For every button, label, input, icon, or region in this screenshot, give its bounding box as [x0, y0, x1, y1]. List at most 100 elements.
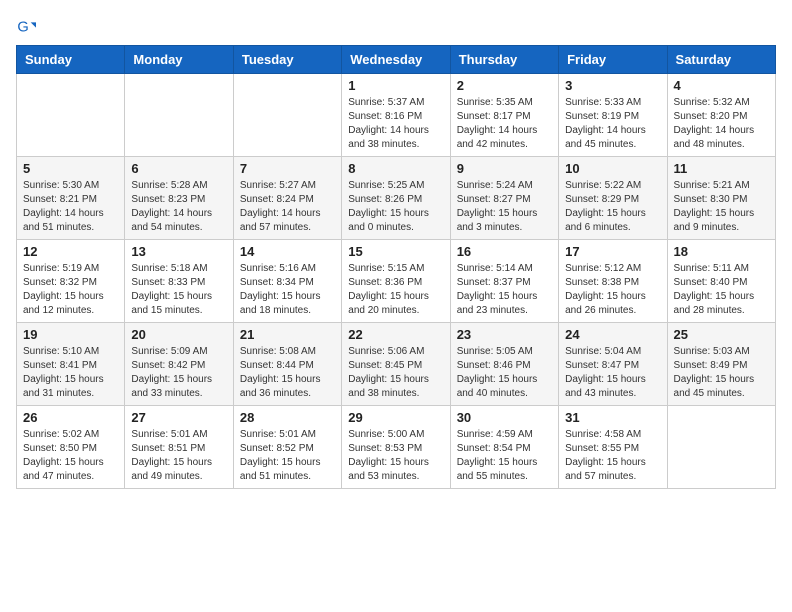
calendar-cell	[233, 74, 341, 157]
day-info: Sunrise: 5:09 AM Sunset: 8:42 PM Dayligh…	[131, 345, 226, 401]
day-info: Sunrise: 5:37 AM Sunset: 8:16 PM Dayligh…	[348, 96, 443, 152]
day-info: Sunrise: 5:05 AM Sunset: 8:46 PM Dayligh…	[457, 345, 552, 401]
day-info: Sunrise: 5:06 AM Sunset: 8:45 PM Dayligh…	[348, 345, 443, 401]
day-info: Sunrise: 5:18 AM Sunset: 8:33 PM Dayligh…	[131, 262, 226, 318]
day-number: 19	[23, 327, 118, 342]
weekday-header-monday: Monday	[125, 46, 233, 74]
calendar-cell: 6 Sunrise: 5:28 AM Sunset: 8:23 PM Daylig…	[125, 157, 233, 240]
day-info: Sunrise: 5:21 AM Sunset: 8:30 PM Dayligh…	[674, 179, 769, 235]
day-info: Sunrise: 5:27 AM Sunset: 8:24 PM Dayligh…	[240, 179, 335, 235]
day-number: 4	[674, 78, 769, 93]
logo: G	[16, 16, 40, 37]
day-info: Sunrise: 5:10 AM Sunset: 8:41 PM Dayligh…	[23, 345, 118, 401]
day-number: 16	[457, 244, 552, 259]
calendar-cell: 27 Sunrise: 5:01 AM Sunset: 8:51 PM Dayli…	[125, 406, 233, 489]
logo-icon: G	[16, 17, 36, 37]
day-info: Sunrise: 5:15 AM Sunset: 8:36 PM Dayligh…	[348, 262, 443, 318]
calendar-cell: 26 Sunrise: 5:02 AM Sunset: 8:50 PM Dayli…	[17, 406, 125, 489]
day-number: 25	[674, 327, 769, 342]
weekday-header-sunday: Sunday	[17, 46, 125, 74]
day-info: Sunrise: 5:00 AM Sunset: 8:53 PM Dayligh…	[348, 428, 443, 484]
day-info: Sunrise: 5:25 AM Sunset: 8:26 PM Dayligh…	[348, 179, 443, 235]
calendar-cell	[17, 74, 125, 157]
calendar-week-3: 12 Sunrise: 5:19 AM Sunset: 8:32 PM Dayli…	[17, 240, 776, 323]
day-number: 28	[240, 410, 335, 425]
day-info: Sunrise: 5:04 AM Sunset: 8:47 PM Dayligh…	[565, 345, 660, 401]
calendar-cell: 12 Sunrise: 5:19 AM Sunset: 8:32 PM Dayli…	[17, 240, 125, 323]
calendar-week-1: 1 Sunrise: 5:37 AM Sunset: 8:16 PM Daylig…	[17, 74, 776, 157]
calendar-cell: 16 Sunrise: 5:14 AM Sunset: 8:37 PM Dayli…	[450, 240, 558, 323]
calendar-cell: 15 Sunrise: 5:15 AM Sunset: 8:36 PM Dayli…	[342, 240, 450, 323]
calendar-week-4: 19 Sunrise: 5:10 AM Sunset: 8:41 PM Dayli…	[17, 323, 776, 406]
day-number: 22	[348, 327, 443, 342]
day-number: 26	[23, 410, 118, 425]
day-number: 9	[457, 161, 552, 176]
calendar-cell: 2 Sunrise: 5:35 AM Sunset: 8:17 PM Daylig…	[450, 74, 558, 157]
calendar-cell: 11Sunrise: 5:21 AM Sunset: 8:30 PM Dayli…	[667, 157, 775, 240]
day-number: 17	[565, 244, 660, 259]
day-number: 24	[565, 327, 660, 342]
svg-text:G: G	[17, 19, 28, 35]
day-info: Sunrise: 5:19 AM Sunset: 8:32 PM Dayligh…	[23, 262, 118, 318]
calendar-cell: 23Sunrise: 5:05 AM Sunset: 8:46 PM Dayli…	[450, 323, 558, 406]
calendar-week-2: 5 Sunrise: 5:30 AM Sunset: 8:21 PM Daylig…	[17, 157, 776, 240]
day-info: Sunrise: 5:32 AM Sunset: 8:20 PM Dayligh…	[674, 96, 769, 152]
header: G	[16, 16, 776, 37]
day-info: Sunrise: 5:28 AM Sunset: 8:23 PM Dayligh…	[131, 179, 226, 235]
day-info: Sunrise: 5:08 AM Sunset: 8:44 PM Dayligh…	[240, 345, 335, 401]
day-info: Sunrise: 5:30 AM Sunset: 8:21 PM Dayligh…	[23, 179, 118, 235]
day-info: Sunrise: 5:22 AM Sunset: 8:29 PM Dayligh…	[565, 179, 660, 235]
day-number: 5	[23, 161, 118, 176]
day-number: 13	[131, 244, 226, 259]
day-number: 20	[131, 327, 226, 342]
calendar-cell: 24 Sunrise: 5:04 AM Sunset: 8:47 PM Dayli…	[559, 323, 667, 406]
day-number: 21	[240, 327, 335, 342]
calendar-cell: 22 Sunrise: 5:06 AM Sunset: 8:45 PM Dayli…	[342, 323, 450, 406]
weekday-header-tuesday: Tuesday	[233, 46, 341, 74]
day-number: 18	[674, 244, 769, 259]
calendar-cell: 29 Sunrise: 5:00 AM Sunset: 8:53 PM Dayli…	[342, 406, 450, 489]
day-number: 27	[131, 410, 226, 425]
calendar-cell: 19 Sunrise: 5:10 AM Sunset: 8:41 PM Dayli…	[17, 323, 125, 406]
calendar-cell: 21 Sunrise: 5:08 AM Sunset: 8:44 PM Dayli…	[233, 323, 341, 406]
day-number: 10	[565, 161, 660, 176]
day-info: Sunrise: 5:14 AM Sunset: 8:37 PM Dayligh…	[457, 262, 552, 318]
day-info: Sunrise: 5:12 AM Sunset: 8:38 PM Dayligh…	[565, 262, 660, 318]
calendar-cell: 4 Sunrise: 5:32 AM Sunset: 8:20 PM Daylig…	[667, 74, 775, 157]
calendar-cell: 7Sunrise: 5:27 AM Sunset: 8:24 PM Daylig…	[233, 157, 341, 240]
calendar-cell	[125, 74, 233, 157]
weekday-header-friday: Friday	[559, 46, 667, 74]
day-number: 31	[565, 410, 660, 425]
day-number: 6	[131, 161, 226, 176]
calendar-cell: 17 Sunrise: 5:12 AM Sunset: 8:38 PM Dayli…	[559, 240, 667, 323]
day-number: 30	[457, 410, 552, 425]
day-info: Sunrise: 5:16 AM Sunset: 8:34 PM Dayligh…	[240, 262, 335, 318]
day-number: 2	[457, 78, 552, 93]
calendar-cell: 30 Sunrise: 4:59 AM Sunset: 8:54 PM Dayli…	[450, 406, 558, 489]
weekday-header-saturday: Saturday	[667, 46, 775, 74]
day-info: Sunrise: 5:02 AM Sunset: 8:50 PM Dayligh…	[23, 428, 118, 484]
calendar-cell: 13 Sunrise: 5:18 AM Sunset: 8:33 PM Dayli…	[125, 240, 233, 323]
calendar-cell: 18Sunrise: 5:11 AM Sunset: 8:40 PM Dayli…	[667, 240, 775, 323]
day-info: Sunrise: 5:24 AM Sunset: 8:27 PM Dayligh…	[457, 179, 552, 235]
day-info: Sunrise: 4:59 AM Sunset: 8:54 PM Dayligh…	[457, 428, 552, 484]
day-info: Sunrise: 5:35 AM Sunset: 8:17 PM Dayligh…	[457, 96, 552, 152]
calendar-cell: 31Sunrise: 4:58 AM Sunset: 8:55 PM Dayli…	[559, 406, 667, 489]
weekday-header-thursday: Thursday	[450, 46, 558, 74]
calendar-cell: 25Sunrise: 5:03 AM Sunset: 8:49 PM Dayli…	[667, 323, 775, 406]
calendar-cell: 5 Sunrise: 5:30 AM Sunset: 8:21 PM Daylig…	[17, 157, 125, 240]
day-number: 1	[348, 78, 443, 93]
calendar-cell: 20 Sunrise: 5:09 AM Sunset: 8:42 PM Dayli…	[125, 323, 233, 406]
calendar-cell: 14Sunrise: 5:16 AM Sunset: 8:34 PM Dayli…	[233, 240, 341, 323]
calendar-cell: 28 Sunrise: 5:01 AM Sunset: 8:52 PM Dayli…	[233, 406, 341, 489]
day-number: 12	[23, 244, 118, 259]
day-info: Sunrise: 5:01 AM Sunset: 8:52 PM Dayligh…	[240, 428, 335, 484]
day-number: 29	[348, 410, 443, 425]
day-number: 15	[348, 244, 443, 259]
weekday-header-row: SundayMondayTuesdayWednesdayThursdayFrid…	[17, 46, 776, 74]
calendar-cell	[667, 406, 775, 489]
calendar-week-5: 26 Sunrise: 5:02 AM Sunset: 8:50 PM Dayli…	[17, 406, 776, 489]
day-info: Sunrise: 5:01 AM Sunset: 8:51 PM Dayligh…	[131, 428, 226, 484]
calendar-table: SundayMondayTuesdayWednesdayThursdayFrid…	[16, 45, 776, 489]
day-number: 8	[348, 161, 443, 176]
